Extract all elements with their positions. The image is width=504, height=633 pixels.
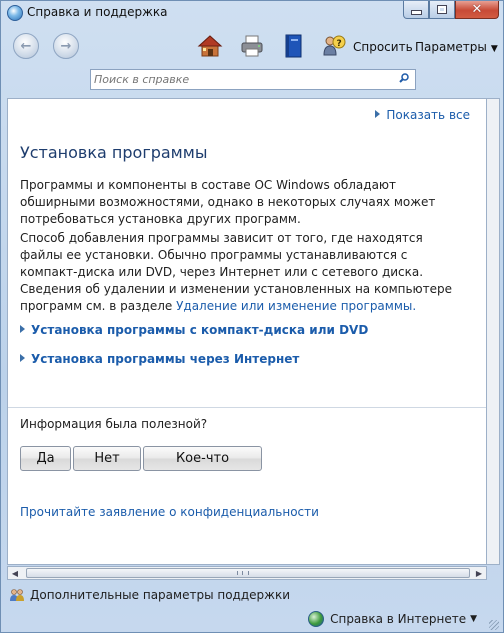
section-install-cd[interactable]: Установка программы с компакт-диска или … bbox=[20, 323, 368, 337]
print-icon[interactable] bbox=[239, 33, 265, 59]
title-bar[interactable]: Справка и поддержка ✕ bbox=[1, 1, 503, 25]
section-install-cd-label: Установка программы с компакт-диска или … bbox=[31, 323, 369, 337]
close-icon: ✕ bbox=[471, 2, 483, 17]
maximize-button[interactable] bbox=[429, 1, 455, 19]
scroll-right-icon[interactable]: ▶ bbox=[472, 567, 486, 579]
globe-icon bbox=[308, 611, 325, 627]
show-all-label: Показать все bbox=[386, 108, 470, 122]
intro-paragraph: Программы и компоненты в составе ОС Wind… bbox=[20, 178, 436, 226]
help-window: Справка и поддержка ✕ ← → ? Спросить Пар… bbox=[0, 0, 504, 633]
feedback-somewhat-button[interactable]: Кое-что bbox=[143, 446, 262, 471]
feedback-yes-button[interactable]: Да bbox=[20, 446, 71, 471]
triangle-right-icon bbox=[20, 325, 25, 333]
section-install-internet-label: Установка программы через Интернет bbox=[31, 352, 300, 366]
minimize-icon bbox=[410, 10, 422, 15]
toolbar: ← → ? Спросить Параметры ▼ bbox=[1, 29, 503, 63]
feedback-no-button[interactable]: Нет bbox=[73, 446, 141, 471]
options-label: Параметры bbox=[415, 40, 487, 54]
arrow-left-icon: ← bbox=[20, 38, 32, 54]
more-support-options-link[interactable]: Дополнительные параметры поддержки bbox=[9, 588, 290, 602]
chevron-down-icon: ▼ bbox=[470, 614, 477, 624]
ask-icon[interactable]: ? bbox=[321, 33, 347, 59]
help-content-pane: Показать все Установка программы Програм… bbox=[7, 98, 487, 565]
online-help-label: Справка в Интернете bbox=[330, 612, 467, 626]
privacy-statement-link[interactable]: Прочитайте заявление о конфиденциальност… bbox=[20, 505, 319, 519]
triangle-right-icon bbox=[375, 110, 381, 118]
uninstall-link[interactable]: Удаление или изменение программы. bbox=[176, 299, 416, 313]
more-support-label: Дополнительные параметры поддержки bbox=[30, 588, 290, 602]
window-controls: ✕ bbox=[403, 1, 499, 19]
feedback-question: Информация была полезной? bbox=[20, 417, 208, 431]
svg-text:?: ? bbox=[337, 39, 342, 49]
options-menu[interactable]: Параметры ▼ bbox=[415, 40, 498, 54]
back-button[interactable]: ← bbox=[13, 33, 39, 59]
close-button[interactable]: ✕ bbox=[455, 1, 499, 19]
browse-help-icon[interactable] bbox=[281, 33, 307, 59]
show-all-link[interactable]: Показать все bbox=[375, 108, 470, 122]
scroll-thumb[interactable] bbox=[26, 568, 470, 578]
forward-button[interactable]: → bbox=[53, 33, 79, 59]
online-help-toggle[interactable]: Справка в Интернете ▼ bbox=[308, 611, 477, 627]
maximize-icon bbox=[437, 5, 447, 14]
divider bbox=[8, 407, 486, 408]
scroll-left-icon[interactable]: ◀ bbox=[8, 567, 22, 579]
page-title: Установка программы bbox=[20, 143, 208, 162]
search-input[interactable] bbox=[94, 72, 384, 87]
triangle-right-icon bbox=[20, 354, 25, 362]
arrow-right-icon: → bbox=[60, 38, 72, 54]
chevron-down-icon: ▼ bbox=[490, 44, 498, 54]
help-app-icon bbox=[7, 5, 23, 21]
horizontal-scrollbar[interactable]: ◀ ▶ bbox=[7, 566, 487, 580]
search-icon[interactable] bbox=[399, 73, 409, 83]
window-title: Справка и поддержка bbox=[27, 5, 168, 19]
search-box[interactable] bbox=[90, 69, 416, 90]
home-icon[interactable] bbox=[197, 33, 223, 59]
method-paragraph: Способ добавления программы зависит от т… bbox=[20, 230, 468, 315]
section-install-internet[interactable]: Установка программы через Интернет bbox=[20, 352, 299, 366]
resize-grip-icon[interactable] bbox=[489, 620, 499, 630]
status-bar: Справка в Интернете ▼ bbox=[1, 605, 503, 633]
ask-button[interactable]: Спросить bbox=[353, 40, 413, 54]
people-icon bbox=[10, 589, 24, 601]
grip-icon bbox=[237, 571, 249, 575]
vertical-scrollbar[interactable] bbox=[487, 98, 500, 565]
minimize-button[interactable] bbox=[403, 1, 429, 19]
